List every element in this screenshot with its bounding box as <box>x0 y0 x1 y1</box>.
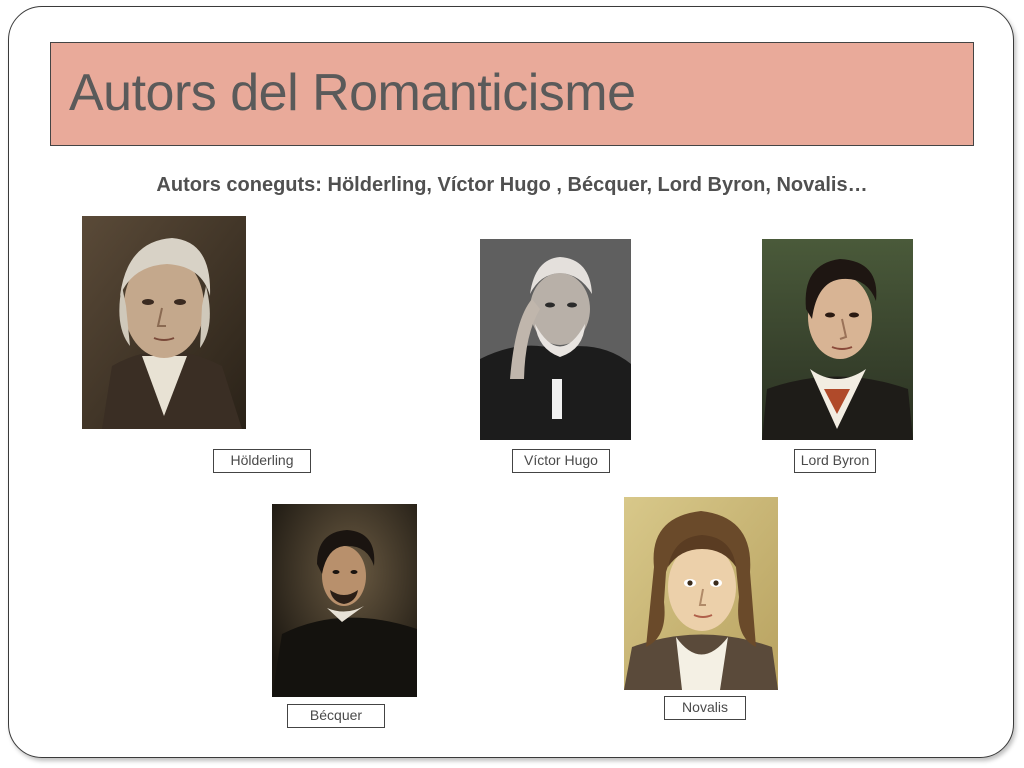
caption-becquer: Bécquer <box>287 704 385 728</box>
title-banner: Autors del Romanticisme <box>50 42 974 146</box>
portrait-holderling <box>82 216 246 429</box>
caption-victor-hugo: Víctor Hugo <box>512 449 610 473</box>
caption-novalis: Novalis <box>664 696 746 720</box>
portrait-lord-byron <box>762 239 913 440</box>
portrait-becquer <box>272 504 417 697</box>
slide-title: Autors del Romanticisme <box>69 64 636 122</box>
caption-holderling: Hölderling <box>213 449 311 473</box>
caption-lord-byron: Lord Byron <box>794 449 876 473</box>
slide-subtitle: Autors coneguts: Hölderling, Víctor Hugo… <box>156 174 868 196</box>
portrait-novalis <box>624 497 778 690</box>
portrait-victor-hugo <box>480 239 631 440</box>
